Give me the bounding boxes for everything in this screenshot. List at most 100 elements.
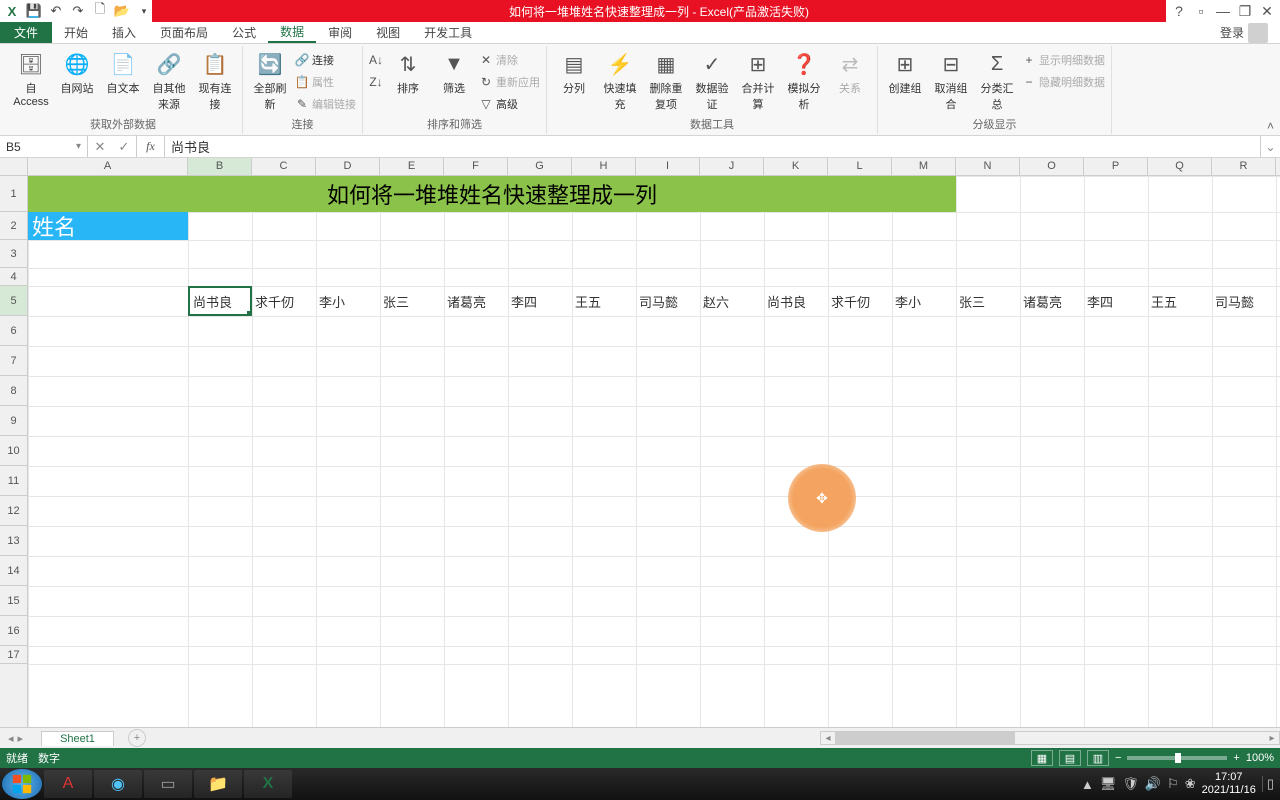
cell[interactable]: 诸葛亮 bbox=[1020, 286, 1084, 316]
cell[interactable]: 求千仞 bbox=[828, 286, 892, 316]
show-detail-button[interactable]: +显示明细数据 bbox=[1022, 50, 1105, 70]
from-access-button[interactable]: 🗄自 Access bbox=[10, 48, 52, 108]
start-button[interactable] bbox=[2, 769, 42, 799]
row-header[interactable]: 16 bbox=[0, 616, 27, 646]
from-text-button[interactable]: 📄自文本 bbox=[102, 48, 144, 96]
column-header[interactable]: R bbox=[1212, 158, 1276, 175]
save-icon[interactable]: 💾 bbox=[26, 3, 42, 19]
column-header[interactable]: Q bbox=[1148, 158, 1212, 175]
filter-button[interactable]: ▼筛选 bbox=[433, 48, 475, 96]
cell[interactable]: 赵六 bbox=[700, 286, 764, 316]
refresh-all-button[interactable]: 🔄全部刷新 bbox=[249, 48, 291, 112]
column-header[interactable]: G bbox=[508, 158, 572, 175]
cell[interactable]: 司马懿 bbox=[1212, 286, 1276, 316]
tab-review[interactable]: 审阅 bbox=[316, 22, 364, 43]
column-header[interactable]: B bbox=[188, 158, 252, 175]
row-header[interactable]: 11 bbox=[0, 466, 27, 496]
sort-button[interactable]: ⇅排序 bbox=[387, 48, 429, 96]
tab-home[interactable]: 开始 bbox=[52, 22, 100, 43]
nav-first-icon[interactable]: ◂ bbox=[8, 732, 14, 745]
column-header[interactable]: E bbox=[380, 158, 444, 175]
cell[interactable]: 李小 bbox=[892, 286, 956, 316]
clear-filter-button[interactable]: ✕清除 bbox=[479, 50, 540, 70]
cell[interactable]: 王五 bbox=[1148, 286, 1212, 316]
qat-dropdown-icon[interactable]: ▾ bbox=[136, 3, 152, 19]
subtotal-button[interactable]: Σ分类汇总 bbox=[976, 48, 1018, 112]
whatif-button[interactable]: ❓模拟分析 bbox=[783, 48, 825, 112]
column-header[interactable]: D bbox=[316, 158, 380, 175]
tray-icon[interactable]: ▲ bbox=[1081, 777, 1094, 792]
data-validation-button[interactable]: ✓数据验证 bbox=[691, 48, 733, 112]
page-break-view-button[interactable]: ▥ bbox=[1087, 750, 1109, 766]
column-header[interactable]: I bbox=[636, 158, 700, 175]
row-header[interactable]: 9 bbox=[0, 406, 27, 436]
maximize-icon[interactable]: ❐ bbox=[1238, 4, 1252, 18]
open-icon[interactable]: 📂 bbox=[114, 3, 130, 19]
ungroup-button[interactable]: ⊟取消组合 bbox=[930, 48, 972, 112]
zoom-in-icon[interactable]: + bbox=[1233, 752, 1239, 764]
row-header[interactable]: 7 bbox=[0, 346, 27, 376]
page-layout-view-button[interactable]: ▤ bbox=[1059, 750, 1081, 766]
row-header[interactable]: 6 bbox=[0, 316, 27, 346]
horizontal-scrollbar[interactable]: ◂ ▸ bbox=[820, 731, 1280, 745]
remove-duplicates-button[interactable]: ▦删除重复项 bbox=[645, 48, 687, 112]
cancel-edit-icon[interactable]: ✕ bbox=[88, 139, 112, 155]
cell[interactable]: 求千仞 bbox=[252, 286, 316, 316]
minimize-icon[interactable]: — bbox=[1216, 4, 1230, 18]
tab-layout[interactable]: 页面布局 bbox=[148, 22, 220, 43]
row-header[interactable]: 17 bbox=[0, 646, 27, 664]
cell[interactable]: 诸葛亮 bbox=[444, 286, 508, 316]
row-header[interactable]: 15 bbox=[0, 586, 27, 616]
tray-icon[interactable]: ⚐ bbox=[1167, 776, 1179, 792]
tray-icon[interactable]: 🛡 bbox=[1122, 776, 1139, 792]
add-sheet-button[interactable]: + bbox=[128, 729, 146, 747]
cell[interactable]: 张三 bbox=[956, 286, 1020, 316]
sort-asc-button[interactable]: A↓ bbox=[369, 50, 383, 70]
cell[interactable]: 张三 bbox=[380, 286, 444, 316]
select-all-button[interactable] bbox=[0, 158, 28, 175]
task-item[interactable]: A bbox=[44, 770, 92, 798]
tab-developer[interactable]: 开发工具 bbox=[412, 22, 484, 43]
advanced-filter-button[interactable]: ▽高级 bbox=[479, 94, 540, 114]
existing-conn-button[interactable]: 📋现有连接 bbox=[194, 48, 236, 112]
tray-icon[interactable]: 🔊 bbox=[1145, 776, 1161, 792]
tray-icon[interactable]: 🖥 bbox=[1100, 776, 1117, 792]
new-icon[interactable]: 🗋 bbox=[92, 3, 108, 19]
row-header[interactable]: 3 bbox=[0, 240, 27, 268]
consolidate-button[interactable]: ⊞合并计算 bbox=[737, 48, 779, 112]
column-header[interactable]: C bbox=[252, 158, 316, 175]
undo-icon[interactable]: ↶ bbox=[48, 3, 64, 19]
cell-area[interactable]: ✥ 如何将一堆堆姓名快速整理成一列姓名尚书良求千仞李小张三诸葛亮李四王五司马懿赵… bbox=[28, 176, 1280, 728]
text-to-columns-button[interactable]: ▤分列 bbox=[553, 48, 595, 96]
tab-view[interactable]: 视图 bbox=[364, 22, 412, 43]
sheet-nav[interactable]: ◂▸ bbox=[0, 732, 31, 745]
column-header[interactable]: N bbox=[956, 158, 1020, 175]
group-button[interactable]: ⊞创建组 bbox=[884, 48, 926, 96]
scroll-thumb[interactable] bbox=[835, 732, 1015, 744]
row-header[interactable]: 4 bbox=[0, 268, 27, 286]
scroll-left-icon[interactable]: ◂ bbox=[821, 732, 835, 744]
show-desktop-button[interactable]: ▯ bbox=[1262, 776, 1274, 792]
from-other-button[interactable]: 🔗自其他来源 bbox=[148, 48, 190, 112]
confirm-edit-icon[interactable]: ✓ bbox=[112, 139, 136, 155]
ribbon-options-icon[interactable]: ▫ bbox=[1194, 4, 1208, 18]
name-box-dropdown-icon[interactable]: ▾ bbox=[76, 141, 81, 152]
zoom-level[interactable]: 100% bbox=[1246, 752, 1274, 764]
task-item-excel[interactable]: X bbox=[244, 770, 292, 798]
column-header[interactable]: K bbox=[764, 158, 828, 175]
cell[interactable]: 李四 bbox=[1084, 286, 1148, 316]
active-cell[interactable]: 尚书良 bbox=[188, 286, 252, 316]
cell[interactable]: 李小 bbox=[316, 286, 380, 316]
scroll-right-icon[interactable]: ▸ bbox=[1265, 732, 1279, 744]
column-header[interactable]: A bbox=[28, 158, 188, 175]
expand-formula-bar-icon[interactable]: ⌄ bbox=[1260, 136, 1280, 157]
formula-input[interactable]: 尚书良 bbox=[165, 136, 1260, 157]
close-icon[interactable]: ✕ bbox=[1260, 4, 1274, 18]
cell[interactable]: 尚书良 bbox=[764, 286, 828, 316]
column-header[interactable]: L bbox=[828, 158, 892, 175]
task-item[interactable]: ▭ bbox=[144, 770, 192, 798]
cell[interactable]: 司马懿 bbox=[636, 286, 700, 316]
row-header[interactable]: 8 bbox=[0, 376, 27, 406]
hide-detail-button[interactable]: −隐藏明细数据 bbox=[1022, 72, 1105, 92]
name-box[interactable]: B5▾ bbox=[0, 136, 88, 157]
